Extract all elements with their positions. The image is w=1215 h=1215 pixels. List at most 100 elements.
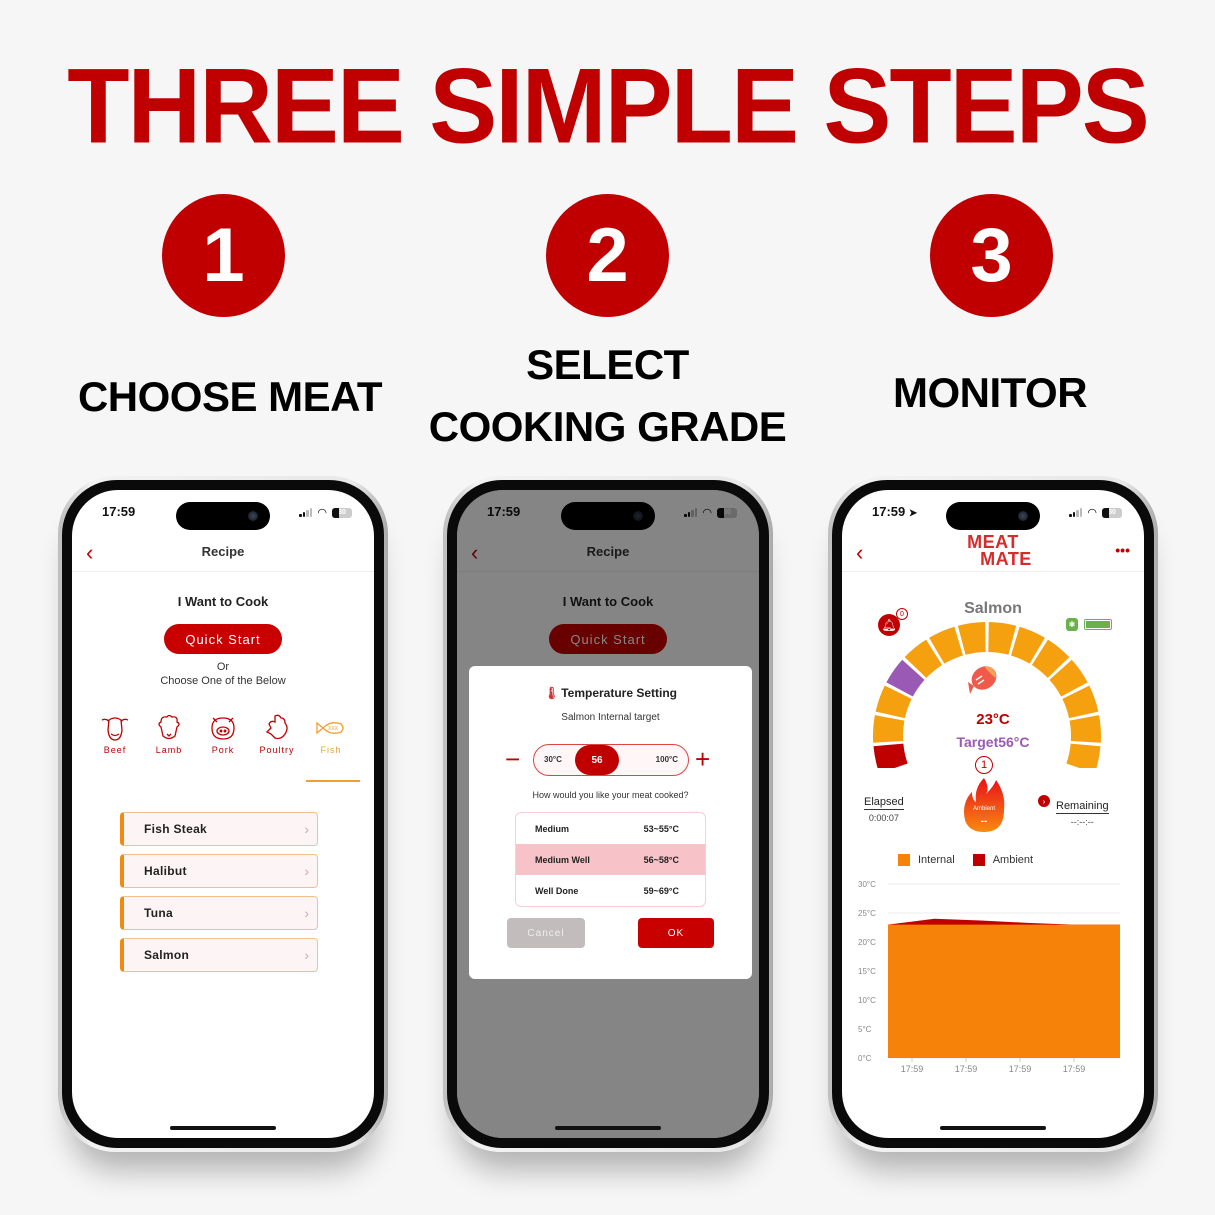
chart-legend: Internal Ambient bbox=[898, 854, 1033, 866]
current-temperature: 23°C bbox=[976, 711, 1010, 728]
tab-label: Fish bbox=[320, 745, 342, 755]
tab-pork[interactable]: Pork bbox=[196, 714, 250, 755]
temperature-chart: 0°C 5°C 10°C 15°C 20°C 25°C 30°C 17:59 17:59 17:5… bbox=[858, 880, 1120, 1074]
meat-mate-logo: MEAT MATE bbox=[842, 533, 1144, 569]
quick-start-button[interactable]: Quick Start bbox=[164, 624, 282, 654]
elapsed-label: Elapsed bbox=[864, 796, 904, 810]
signal-icon bbox=[1069, 508, 1083, 517]
legend-ambient: Ambient bbox=[992, 854, 1034, 866]
recipe-screen: 17:59 ◠ 30 ‹ Recipe I Want to Cook Quick… bbox=[72, 490, 374, 1138]
chicken-icon bbox=[265, 714, 288, 740]
pig-icon bbox=[211, 717, 235, 740]
modal-title: 🌡︎ Temperature Setting bbox=[469, 686, 752, 700]
signal-icon bbox=[299, 508, 313, 517]
grade-range: 53~55°C bbox=[643, 823, 679, 834]
modal-title-text: Temperature Setting bbox=[561, 686, 678, 700]
salmon-icon bbox=[968, 666, 997, 694]
legend-internal: Internal bbox=[918, 854, 955, 866]
meat-name: Tuna bbox=[144, 906, 173, 920]
step-3-badge: 3 bbox=[930, 194, 1053, 317]
or-label: Or bbox=[216, 661, 230, 673]
meat-list: Fish Steak › Halibut › Tuna › Salmon › bbox=[120, 812, 318, 980]
slider-min: 30°C bbox=[544, 755, 562, 764]
logo-line2: MATE bbox=[980, 549, 1032, 569]
tab-fish[interactable]: XXX Fish bbox=[304, 714, 360, 782]
location-arrow-icon: ➤ bbox=[908, 508, 918, 519]
ambient-value: -- bbox=[980, 816, 988, 827]
tab-poultry[interactable]: Poultry bbox=[250, 714, 304, 755]
chevron-right-icon: › bbox=[304, 947, 309, 963]
meat-name: Halibut bbox=[144, 864, 187, 878]
y-tick-label: 25°C bbox=[858, 909, 876, 918]
temperature-setting-screen: 17:59 ◠ 30 ‹ Recipe I Want to Cook Quick… bbox=[457, 490, 759, 1138]
wifi-icon: ◠ bbox=[1087, 507, 1097, 519]
cook-title: I Want to Cook bbox=[177, 594, 269, 609]
status-time-text: 17:59 bbox=[872, 504, 906, 519]
tab-lamb[interactable]: Lamb bbox=[142, 714, 196, 755]
remaining-value: --:--:-- bbox=[1070, 817, 1094, 827]
home-indicator bbox=[170, 1126, 276, 1130]
elapsed-value: 0:00:07 bbox=[868, 813, 899, 823]
list-item[interactable]: Salmon › bbox=[120, 938, 318, 972]
phone-1: 17:59 ◠ 30 ‹ Recipe I Want to Cook Quick… bbox=[58, 476, 388, 1152]
step-1-badge: 1 bbox=[162, 194, 285, 317]
grade-range: 59~69°C bbox=[643, 885, 679, 896]
x-tick-label: 17:59 bbox=[1063, 1064, 1086, 1074]
sheep-icon bbox=[158, 714, 180, 740]
slider-max: 100°C bbox=[655, 755, 678, 764]
gauge-segment bbox=[988, 622, 1017, 655]
dynamic-island bbox=[946, 502, 1040, 530]
list-item[interactable]: Halibut › bbox=[120, 854, 318, 888]
step-1-label: CHOOSE MEAT bbox=[77, 373, 383, 420]
chevron-right-circle-icon[interactable]: › bbox=[1038, 795, 1050, 807]
tab-label: Lamb bbox=[155, 745, 183, 755]
home-indicator bbox=[940, 1126, 1046, 1130]
temperature-modal: 🌡︎ Temperature Setting Salmon Internal ta… bbox=[469, 666, 752, 979]
grade-option-well-done[interactable]: Well Done 59~69°C bbox=[516, 875, 705, 906]
ok-button[interactable]: OK bbox=[638, 918, 714, 948]
list-item[interactable]: Fish Steak › bbox=[120, 812, 318, 846]
dynamic-island bbox=[176, 502, 270, 530]
grade-name: Well Done bbox=[535, 885, 579, 896]
cancel-button[interactable]: Cancel bbox=[507, 918, 585, 948]
step-2-label-line1: SELECT bbox=[526, 341, 689, 388]
status-icons: ◠ 30 bbox=[1069, 506, 1122, 519]
cook-question: How would you like your meat cooked? bbox=[532, 790, 689, 800]
chevron-right-icon: › bbox=[304, 863, 309, 879]
modal-subtitle: Salmon Internal target bbox=[561, 712, 660, 723]
nav-bar: ‹ Recipe bbox=[72, 532, 374, 572]
chevron-right-icon: › bbox=[304, 905, 309, 921]
more-icon[interactable]: ••• bbox=[1115, 542, 1130, 558]
legend-swatch-internal bbox=[898, 854, 910, 866]
meat-name: Salmon bbox=[144, 948, 190, 962]
thermometer-icon: 🌡︎ bbox=[543, 686, 560, 700]
temperature-slider[interactable]: 30°C 56 100°C bbox=[533, 744, 689, 776]
slider-thumb[interactable]: 56 bbox=[575, 745, 619, 775]
tab-label: Pork bbox=[211, 745, 235, 755]
increase-button[interactable]: + bbox=[695, 746, 710, 772]
probe-number[interactable]: 1 bbox=[975, 756, 993, 774]
y-tick-label: 15°C bbox=[858, 967, 876, 976]
battery-icon: 30 bbox=[332, 507, 352, 518]
svg-text:XXX: XXX bbox=[328, 726, 339, 732]
gauge-segment bbox=[957, 622, 986, 655]
grade-option-medium-well[interactable]: Medium Well 56~58°C bbox=[516, 844, 705, 875]
tab-label: Poultry bbox=[259, 745, 295, 755]
x-tick-label: 17:59 bbox=[1009, 1064, 1032, 1074]
x-tick-label: 17:59 bbox=[901, 1064, 924, 1074]
battery-icon: 30 bbox=[1102, 507, 1122, 518]
decrease-button[interactable]: − bbox=[505, 746, 520, 772]
y-tick-label: 5°C bbox=[858, 1025, 872, 1034]
legend-swatch-ambient bbox=[972, 854, 985, 866]
wifi-icon: ◠ bbox=[317, 507, 327, 519]
remaining-label: Remaining bbox=[1056, 800, 1109, 814]
grade-option-medium[interactable]: Medium 53~55°C bbox=[516, 813, 705, 844]
step-2-label-line2: COOKING GRADE bbox=[428, 403, 787, 450]
list-item[interactable]: Tuna › bbox=[120, 896, 318, 930]
step-3-label: MONITOR bbox=[892, 369, 1088, 416]
tab-beef[interactable]: Beef bbox=[88, 714, 142, 755]
phone-3: 17:59 ➤ ◠ 30 ‹ MEAT MATE ••• Salmon 🔔︎ 0 … bbox=[828, 476, 1158, 1152]
chevron-right-icon: › bbox=[304, 821, 309, 837]
status-icons: ◠ 30 bbox=[299, 506, 352, 519]
grade-list: Medium 53~55°C Medium Well 56~58°C Well Do… bbox=[515, 812, 706, 907]
